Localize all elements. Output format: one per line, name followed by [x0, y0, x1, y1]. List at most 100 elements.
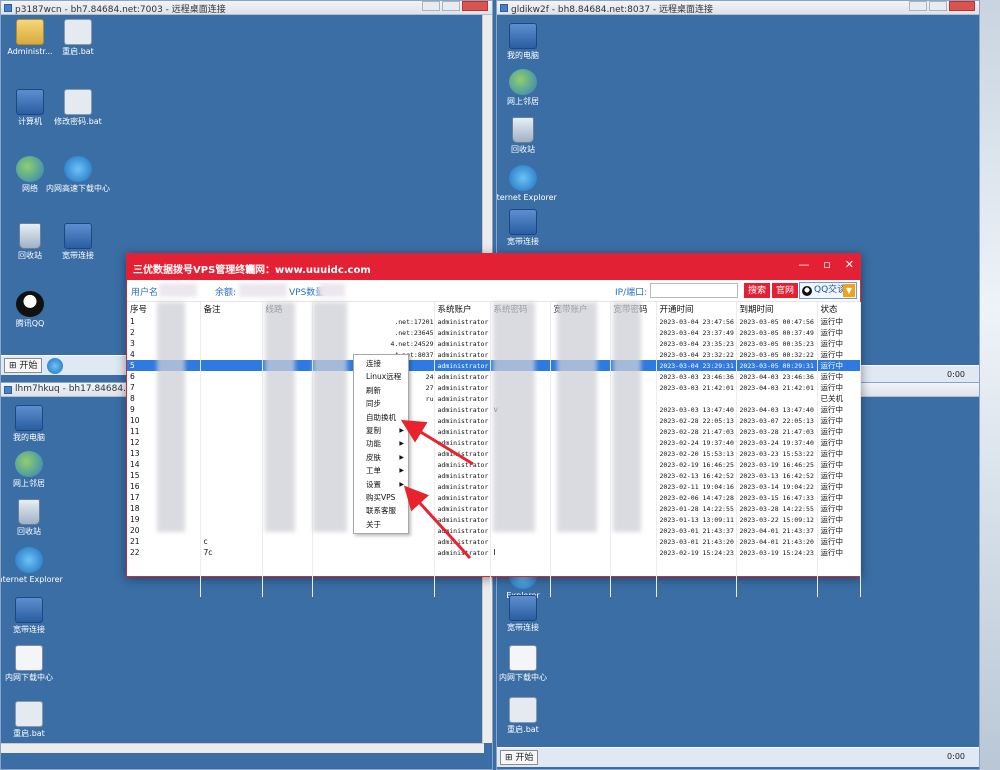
context-menu-item[interactable]: 功能 ▶: [354, 437, 408, 450]
desktop-icon[interactable]: 回收站: [1, 499, 66, 537]
clock: 0:00: [947, 370, 965, 379]
desktop-icon[interactable]: 宽带连接: [497, 595, 560, 633]
desktop-icon[interactable]: 内网下载中心: [1, 645, 66, 683]
start-button[interactable]: ⊞ 开始: [4, 358, 43, 373]
table-cell: 2023-03-07 22:05:13: [736, 415, 818, 426]
context-menu-item[interactable]: 设置 ▶: [354, 478, 408, 491]
table-cell: [490, 587, 551, 597]
close-button[interactable]: [462, 1, 488, 11]
desktop-icon[interactable]: 修改密码.bat: [41, 89, 115, 127]
desktop-icon[interactable]: 内网高速下载中心: [41, 156, 115, 194]
desktop-icon[interactable]: 回收站: [497, 117, 560, 155]
context-menu-item[interactable]: 同步: [354, 397, 408, 410]
table-cell: 运行中: [817, 492, 861, 503]
table-row[interactable]: 22 7c administrator I 2023-02-19 15:24:23 202…: [127, 547, 861, 558]
table-cell: [262, 577, 313, 588]
search-button[interactable]: 搜索: [744, 283, 771, 298]
redacted-column-host: [313, 302, 347, 532]
column-header[interactable]: 开通时间: [656, 302, 737, 316]
column-header[interactable]: 备注: [200, 302, 263, 316]
submenu-arrow-icon: ▶: [399, 453, 404, 461]
table-cell: [200, 587, 263, 597]
bin-icon: [512, 117, 534, 143]
context-menu-item[interactable]: 皮肤 ▶: [354, 451, 408, 464]
close-button[interactable]: [949, 1, 975, 11]
desktop-icon[interactable]: 宽带连接: [1, 597, 66, 635]
column-header[interactable]: 到期时间: [736, 302, 818, 316]
table-cell: administrator: [434, 547, 491, 558]
context-menu-item[interactable]: Linux远程: [354, 370, 408, 383]
table-cell: [736, 587, 818, 597]
desktop-icon[interactable]: 网上邻居: [1, 451, 66, 489]
maximize-button[interactable]: [442, 1, 460, 11]
table-cell: 2023-02-24 19:37:40: [656, 437, 737, 448]
context-menu-item[interactable]: 刷新: [354, 384, 408, 397]
context-menu-item[interactable]: 购买VPS: [354, 491, 408, 504]
website-link[interactable]: 官网：www.uuuidc.com: [245, 261, 371, 276]
table-cell: [200, 371, 263, 382]
table-cell: [656, 587, 737, 597]
desktop-icon[interactable]: 我的电脑: [1, 405, 66, 443]
context-menu-item[interactable]: 工单 ▶: [354, 464, 408, 477]
horizontal-scrollbar[interactable]: [1, 743, 484, 753]
desktop-icon[interactable]: 网上邻居: [497, 69, 560, 107]
ie-taskbar-icon[interactable]: [47, 358, 63, 374]
bat-icon: [15, 701, 43, 727]
desktop-icon[interactable]: Internet Explorer: [1, 547, 66, 585]
app-header[interactable]: 三优数据拨号VPS管理终端 官网：www.uuuidc.com — ▫ ✕: [127, 254, 860, 280]
context-menu-item-label: 刷新: [366, 385, 381, 395]
close-icon[interactable]: ✕: [845, 258, 854, 271]
desktop-icon[interactable]: 重启.bat: [41, 19, 115, 57]
vps-manager-window[interactable]: 三优数据拨号VPS管理终端 官网：www.uuuidc.com — ▫ ✕ 用户…: [126, 253, 861, 597]
table-cell: 运行中: [817, 426, 861, 437]
context-menu-item[interactable]: 自助换机: [354, 411, 408, 424]
table-cell: 2023-03-19 16:46:25: [736, 459, 818, 470]
table-cell: [200, 404, 263, 415]
context-menu-item-label: 皮肤: [366, 452, 381, 462]
desktop-icon[interactable]: 我的电脑: [497, 23, 560, 61]
desktop-icon[interactable]: 重启.bat: [1, 701, 66, 739]
desktop-icon[interactable]: Internet Explorer: [497, 165, 560, 203]
rdp-title-bar[interactable]: p3187wcn - bh7.84684.net:7003 - 远程桌面连接: [1, 1, 492, 15]
minimize-button[interactable]: [422, 1, 440, 11]
table-cell: administrator: [434, 536, 491, 547]
table-cell: 2023-03-04 23:35:23: [656, 338, 737, 349]
desktop-icon[interactable]: 宽带连接: [497, 209, 560, 247]
minimize-button[interactable]: [909, 1, 927, 11]
desktop-icon[interactable]: 宽带连接: [41, 223, 115, 261]
table-cell: [610, 536, 657, 547]
context-menu-item[interactable]: 关于: [354, 518, 408, 531]
maximize-icon[interactable]: ▫: [823, 258, 830, 271]
table-cell: [200, 327, 263, 338]
ip-port-label: IP/端口:: [615, 288, 648, 298]
context-menu-item[interactable]: 联系客服: [354, 504, 408, 517]
table-cell: 2023-03-04 23:29:31: [656, 360, 737, 371]
table-cell: [200, 470, 263, 481]
maximize-button[interactable]: [929, 1, 947, 11]
table-cell: [312, 558, 435, 568]
ip-port-input[interactable]: [650, 283, 738, 298]
desktop-icon[interactable]: 腾讯QQ: [1, 291, 67, 329]
column-header[interactable]: 系统账户: [434, 302, 491, 316]
minimize-icon[interactable]: —: [798, 258, 809, 271]
official-site-button[interactable]: 官网: [772, 283, 799, 298]
rdp-title-bar[interactable]: gldikw2f - bh8.84684.net:8037 - 远程桌面连接: [497, 1, 979, 15]
table-cell: [200, 360, 263, 371]
desktop-icon[interactable]: 重启.bat: [497, 697, 560, 735]
qq-chat-button[interactable]: QQ交谈 ▼: [799, 282, 857, 299]
chevron-down-icon[interactable]: ▼: [843, 284, 855, 297]
desktop-icon-label: 网上邻居: [507, 97, 539, 106]
context-menu-item[interactable]: 连接: [354, 357, 408, 370]
bin-icon: [19, 223, 41, 249]
desktop-icon[interactable]: 内网下载中心: [497, 645, 560, 683]
table-cell: [262, 558, 313, 568]
context-menu-item[interactable]: 复制 ▶: [354, 424, 408, 437]
table-row[interactable]: 21 c administrator 2023-03-01 21:43:20 2023-…: [127, 536, 861, 547]
desktop-icon-label: 重启.bat: [62, 47, 94, 56]
table-cell: 运行中: [817, 547, 861, 558]
table-cell: administrator: [434, 360, 491, 371]
column-header[interactable]: 状态: [817, 302, 861, 316]
table-cell: [200, 316, 263, 327]
start-button[interactable]: ⊞ 开始: [500, 750, 539, 765]
table-cell: 2023-02-28 22:05:13: [656, 415, 737, 426]
